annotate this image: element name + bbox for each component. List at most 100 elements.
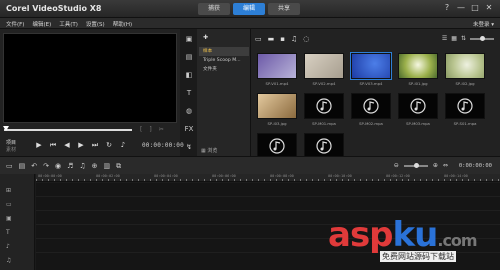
music-track-icon[interactable]: ♫ [0, 254, 35, 268]
subtitle-icon[interactable]: ▥ [104, 162, 111, 171]
video-track[interactable] [36, 183, 500, 197]
main-menu: 文件(F) 编辑(E) 工具(T) 设置(S) 帮助(H) [6, 20, 132, 28]
slider-knob[interactable] [480, 35, 485, 41]
menu-help[interactable]: 帮助(H) [113, 20, 132, 28]
media-thumbnail[interactable] [398, 53, 438, 79]
zoom-slider-knob[interactable] [413, 162, 419, 168]
browse-button[interactable]: ▦ 浏览 [201, 147, 217, 154]
overlay-track-icon[interactable]: ▣ [0, 212, 35, 226]
fit-project-icon[interactable]: ⇔ [443, 162, 448, 169]
tab-edit[interactable]: 编辑 [233, 3, 265, 15]
player-timecode[interactable]: 00:00:00:00 [142, 142, 184, 149]
app-title: Corel VideoStudio X8 [6, 4, 102, 13]
audio-icon [269, 138, 285, 154]
preview-window[interactable] [3, 33, 177, 123]
repeat-icon[interactable]: ↻ [105, 141, 113, 150]
tab-share[interactable]: 共享 [268, 3, 300, 15]
menu-settings[interactable]: 设置(S) [86, 20, 105, 28]
timeline-ruler[interactable]: 00:00:00:00 00:00:02:00 00:00:04:00 00:0… [36, 174, 500, 182]
media-thumbnail[interactable] [304, 53, 344, 79]
instant-project-icon[interactable]: ▤ [184, 52, 194, 62]
show-photo-icon[interactable]: ▪ [280, 35, 285, 43]
user-menu[interactable]: 未登录 ▾ [473, 20, 494, 28]
video-track-icon[interactable]: ▭ [0, 198, 35, 212]
overlay-track[interactable] [36, 197, 500, 211]
redo-icon[interactable]: ↷ [43, 162, 49, 171]
library-tool-strip: ▣ ▤ ◧ T ◍ FX ↯ [182, 32, 196, 152]
play-icon[interactable]: ▶ [35, 141, 43, 150]
timeline-tools: ▭ ▤ ↶ ↷ ◉ ♬ ♫ ⊕ ▥ ⧉ [6, 162, 121, 171]
player-panel: [ ] ✂ 项目 素材 ▶ ⏮ ◀ ▶ ⏭ ↻ ♪ 00:00:00:00 [0, 29, 184, 156]
zoom-out-icon[interactable]: ⊖ [394, 162, 399, 169]
list-view-icon[interactable]: ☰ [442, 35, 447, 42]
media-thumbnail[interactable] [351, 93, 391, 119]
split-icon[interactable]: ✂ [159, 126, 164, 133]
prev-frame-icon[interactable]: ◀ [63, 141, 71, 150]
sort-icon[interactable]: ⇅ [461, 35, 466, 42]
ruler-label: 00:00:14:00 [444, 174, 468, 178]
help-icon[interactable]: ? [442, 3, 452, 13]
folder-item[interactable]: Triple Scoop M... [199, 56, 249, 65]
mode-clip[interactable]: 素材 [6, 147, 16, 154]
show-audio-icon[interactable]: ♫ [291, 35, 297, 43]
zoom-slider[interactable] [403, 162, 428, 168]
media-icon[interactable]: ▣ [184, 34, 194, 44]
tab-capture[interactable]: 捕获 [198, 3, 230, 15]
path-icon[interactable]: ↯ [184, 142, 194, 152]
scrubber-bar[interactable] [4, 129, 132, 131]
media-label: SP-I03.jpg [267, 121, 287, 126]
title-icon[interactable]: T [184, 88, 194, 98]
menu-edit[interactable]: 编辑(E) [32, 20, 51, 28]
folder-item[interactable]: 文件夹 [199, 65, 249, 74]
filter-icon[interactable]: FX [184, 124, 194, 134]
media-label: SP-M03.mpa [406, 121, 430, 126]
thumbnail-view-icon[interactable]: ▦ [451, 35, 457, 42]
media-thumbnail[interactable] [304, 93, 344, 119]
media-thumbnail[interactable] [350, 52, 392, 80]
auto-music-icon[interactable]: ♫ [79, 162, 85, 171]
multicam-icon[interactable]: ⧉ [116, 162, 121, 171]
media-thumbnail[interactable] [445, 93, 485, 119]
transition-icon[interactable]: ◧ [184, 70, 194, 80]
home-icon[interactable]: ⏮ [49, 141, 57, 150]
scrubber-handle[interactable] [3, 126, 9, 131]
storyboard-view-icon[interactable]: ▭ [6, 162, 13, 171]
graphic-icon[interactable]: ◍ [184, 106, 194, 116]
show-video-icon[interactable]: ▬ [268, 35, 275, 43]
record-icon[interactable]: ◉ [55, 162, 61, 171]
undo-icon[interactable]: ↶ [31, 162, 37, 171]
media-thumbnail[interactable] [398, 93, 438, 119]
minimize-icon[interactable]: — [456, 3, 466, 13]
mark-out-icon[interactable]: ] [149, 126, 151, 133]
timeline-timecode[interactable]: 0:00:00:00 [459, 163, 492, 169]
thumbnail-size-slider[interactable] [470, 35, 494, 41]
zoom-in-icon[interactable]: ⊕ [433, 162, 438, 169]
timeline-view-icon[interactable]: ▤ [19, 162, 26, 171]
close-icon[interactable]: ✕ [484, 3, 494, 13]
fx-icon[interactable]: ◌ [303, 35, 309, 43]
import-media-icon[interactable]: ▭ [255, 35, 262, 43]
menu-file[interactable]: 文件(F) [6, 20, 24, 28]
add-folder-button[interactable]: ✚ [203, 34, 208, 41]
volume-icon[interactable]: ♪ [119, 141, 127, 150]
menu-tools[interactable]: 工具(T) [59, 20, 78, 28]
media-thumbnail[interactable] [257, 93, 297, 119]
folder-item[interactable]: 样本 [199, 47, 249, 56]
menu-bar: 文件(F) 编辑(E) 工具(T) 设置(S) 帮助(H) 未登录 ▾ [0, 18, 500, 29]
maximize-icon[interactable]: □ [470, 3, 480, 13]
end-icon[interactable]: ⏭ [91, 141, 99, 150]
title-track-icon[interactable]: T [0, 226, 35, 240]
track-manager-icon[interactable]: ⊞ [0, 184, 35, 198]
next-frame-icon[interactable]: ▶ [77, 141, 85, 150]
mark-in-icon[interactable]: [ [140, 126, 142, 133]
media-thumbnail[interactable] [257, 53, 297, 79]
trim-controls: [ ] ✂ [140, 126, 164, 133]
mode-project[interactable]: 项目 [6, 140, 16, 147]
watermark-subtitle: 免费网站源码下载站 [380, 251, 456, 262]
media-thumbnail[interactable] [445, 53, 485, 79]
motion-tracking-icon[interactable]: ⊕ [92, 162, 98, 171]
sound-mixer-icon[interactable]: ♬ [67, 162, 73, 171]
voice-track-icon[interactable]: ♪ [0, 240, 35, 254]
track-headers: ⊞ ▭ ▣ T ♪ ♫ [0, 174, 35, 270]
library-toolbar: ▭ ▬ ▪ ♫ ◌ [255, 35, 309, 43]
